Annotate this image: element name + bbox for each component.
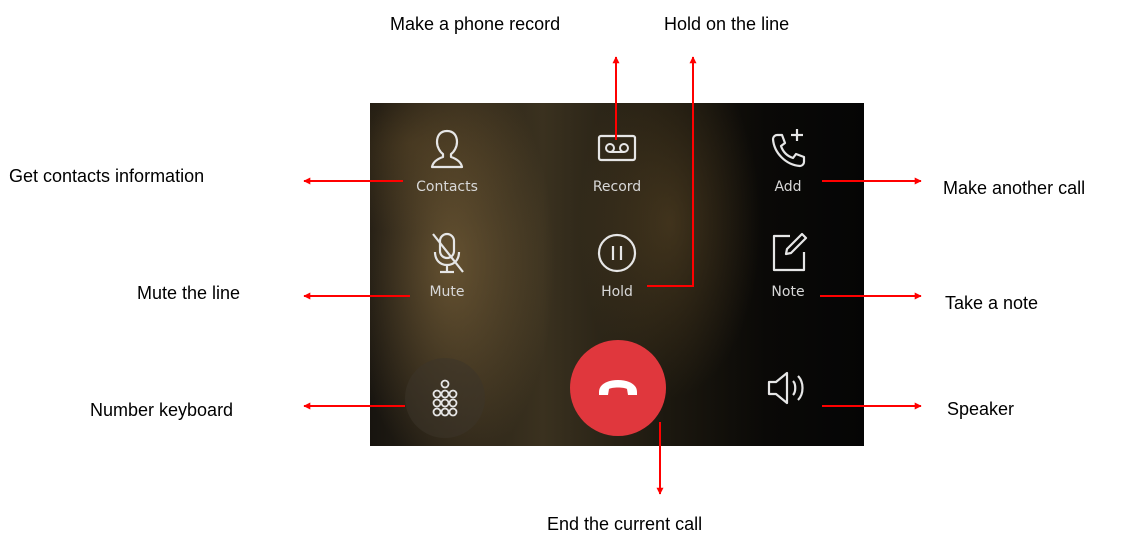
note-annotation: Take a note [945,293,1039,313]
end-call-annotation: End the current call [547,514,703,534]
annotation-arrows [303,56,922,495]
add-annotation: Make another call [943,178,1086,198]
keypad-annotation: Number keyboard [90,400,234,420]
mute-annotation: Mute the line [137,283,241,303]
annotated-call-screen: Contacts Record Add Mute Hold Note Make … [0,0,1138,539]
speaker-annotation: Speaker [947,399,1015,419]
hold-annotation: Hold on the line [664,14,790,34]
record-annotation: Make a phone record [390,14,561,34]
contacts-annotation: Get contacts information [9,166,205,186]
hold-arrow [647,56,697,287]
